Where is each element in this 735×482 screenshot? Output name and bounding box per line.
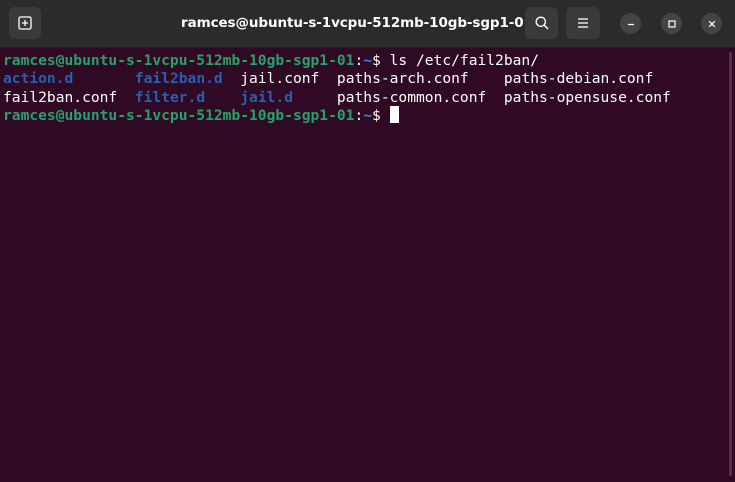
maximize-button[interactable]: [661, 13, 682, 34]
hamburger-menu-icon: [578, 18, 588, 28]
prompt-user-host: ramces@ubuntu-s-1vcpu-512mb-10gb-sgp1-01: [3, 52, 355, 69]
listing-row: action.d fail2ban.d jail.conf paths-arch…: [3, 69, 653, 88]
close-icon: [708, 20, 715, 27]
search-button[interactable]: [525, 7, 558, 39]
terminal-output[interactable]: ramces@ubuntu-s-1vcpu-512mb-10gb-sgp1-01…: [0, 48, 735, 482]
search-icon: [535, 16, 549, 30]
listing-entry: paths-common.conf: [336, 89, 487, 106]
prompt-separator: :: [354, 107, 364, 124]
terminal-window: ramces@ubuntu-s-1vcpu-512mb-10gb-sgp1-01…: [0, 0, 735, 482]
menu-button[interactable]: [566, 7, 600, 39]
scrollbar[interactable]: [729, 52, 732, 476]
prompt-symbol: $: [372, 107, 390, 124]
prompt-path: ~: [363, 52, 373, 69]
listing-entry: action.d: [3, 70, 74, 87]
listing-entry: paths-opensuse.conf: [503, 89, 671, 106]
listing-entry: paths-arch.conf: [336, 70, 469, 87]
maximize-icon: [667, 19, 676, 28]
prompt-user-host: ramces@ubuntu-s-1vcpu-512mb-10gb-sgp1-01: [3, 107, 355, 124]
text-cursor: [389, 106, 399, 123]
listing-entry: paths-debian.conf: [503, 70, 654, 87]
listing-entry: fail2ban.d: [134, 70, 223, 87]
prompt-line: ramces@ubuntu-s-1vcpu-512mb-10gb-sgp1-01…: [3, 106, 399, 125]
minimize-icon: [627, 23, 634, 25]
listing-row: fail2ban.conf filter.d jail.d paths-comm…: [3, 88, 671, 107]
listing-entry: jail.conf: [240, 70, 320, 87]
command-line: ramces@ubuntu-s-1vcpu-512mb-10gb-sgp1-01…: [3, 51, 539, 70]
prompt-symbol: $: [372, 52, 390, 69]
command-text: ls /etc/fail2ban/: [389, 52, 539, 69]
prompt-path: ~: [363, 107, 373, 124]
prompt-separator: :: [354, 52, 364, 69]
minimize-button[interactable]: [620, 13, 641, 34]
close-button[interactable]: [701, 13, 722, 34]
listing-entry: fail2ban.conf: [3, 89, 118, 106]
title-bar[interactable]: ramces@ubuntu-s-1vcpu-512mb-10gb-sgp1-01…: [0, 0, 735, 48]
listing-entry: filter.d: [134, 89, 206, 106]
listing-entry: jail.d: [240, 89, 293, 106]
